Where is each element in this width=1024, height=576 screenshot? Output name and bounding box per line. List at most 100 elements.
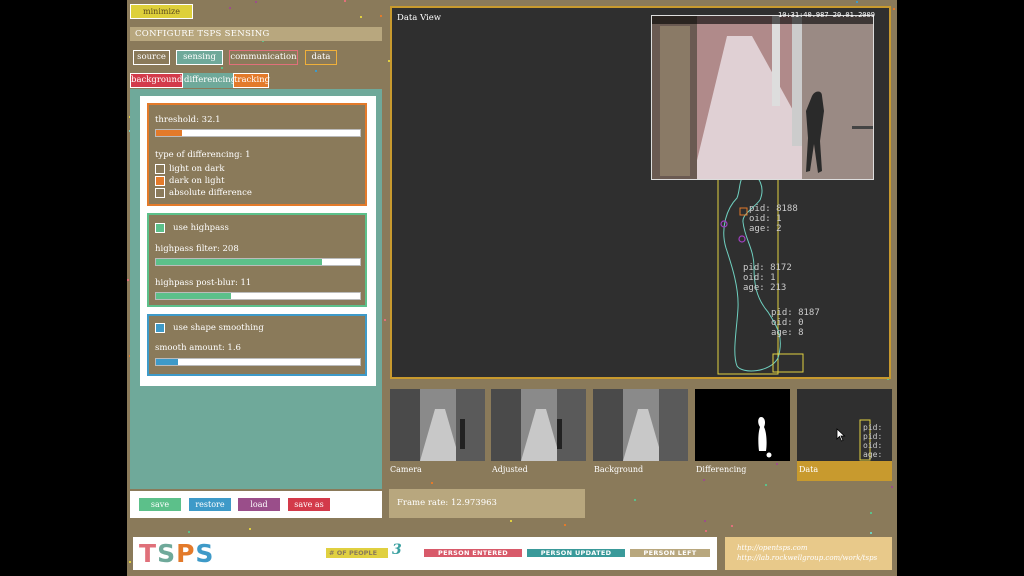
differencing-label: Differencing (696, 465, 747, 474)
confetti-dot (856, 1, 858, 3)
logo-letter: S (195, 539, 215, 568)
highpass-filter-fill (156, 259, 323, 265)
differencing-type-label: type of differencing: 1 (155, 150, 251, 160)
tab-background[interactable]: background (130, 73, 183, 88)
threshold-section: threshold: 32.1 type of differencing: 1 … (147, 103, 367, 206)
confetti-dot (731, 525, 733, 527)
tab-differencing[interactable]: differencing (183, 73, 236, 88)
confetti-dot (360, 16, 362, 18)
confetti-dot (127, 279, 129, 281)
restore-button[interactable]: restore (189, 498, 231, 511)
confetti-dot (384, 319, 386, 321)
footer-links: http://opentsps.com http://lab.rockwellg… (725, 537, 892, 570)
background-thumbnail[interactable] (593, 389, 688, 461)
tab-tracking[interactable]: tracking (233, 73, 270, 88)
highpass-postblur-label: highpass post-blur: 11 (155, 278, 252, 288)
logo-text: TSPS (139, 539, 214, 568)
confetti-dot (129, 561, 131, 563)
highpass-filter-label: highpass filter: 208 (155, 244, 239, 254)
highpass-filter-slider[interactable] (155, 258, 361, 266)
save-button[interactable]: save (139, 498, 181, 511)
people-count: 3 (392, 542, 402, 558)
cursor-icon (836, 428, 846, 442)
highpass-postblur-slider[interactable] (155, 292, 361, 300)
confetti-dot (564, 524, 566, 526)
blob-label: pid: 8172 oid: 1 age: 213 (743, 263, 792, 293)
minimize-button[interactable]: minimize (130, 4, 193, 19)
blob-label: pid: 8187 oid: 0 age: 8 (771, 308, 820, 338)
save-as-button[interactable]: save as (288, 498, 330, 511)
highpass-section: use highpass highpass filter: 208 highpa… (147, 213, 367, 307)
smooth-amount-fill (156, 359, 179, 365)
smooth-amount-label: smooth amount: 1.6 (155, 343, 241, 353)
config-title: CONFIGURE TSPS SENSING (130, 27, 382, 41)
tab-data[interactable]: data (305, 50, 337, 65)
confetti-dot (703, 479, 705, 481)
dark-on-light-label: dark on light (169, 176, 225, 186)
confetti-dot (431, 482, 433, 484)
confetti-dot (249, 528, 251, 530)
confetti-dot (704, 520, 706, 522)
threshold-fill (156, 130, 182, 136)
confetti-dot (870, 532, 872, 534)
opentsps-link[interactable]: http://opentsps.com (737, 543, 892, 553)
logo-letter: T (139, 539, 158, 568)
smoothing-section: use shape smoothing smooth amount: 1.6 (147, 314, 367, 376)
smooth-amount-slider[interactable] (155, 358, 361, 366)
camera-timestamp: 10:31:40.987 20.01.2009 (778, 11, 875, 19)
use-smoothing-label: use shape smoothing (173, 323, 264, 333)
letterbox-right (897, 0, 1024, 576)
legend-person-left: PERSON LEFT (630, 549, 710, 557)
confetti-dot (255, 1, 257, 3)
threshold-slider[interactable] (155, 129, 361, 137)
camera-preview (651, 15, 874, 180)
footer-bar: TSPS # OF PEOPLE 3 PERSON ENTERED PERSON… (133, 537, 717, 570)
logo-letter: S (157, 539, 177, 568)
absolute-difference-checkbox[interactable] (155, 188, 165, 198)
tab-source[interactable]: source (133, 50, 170, 65)
use-highpass-label: use highpass (173, 223, 229, 233)
confetti-dot (510, 520, 512, 522)
camera-label: Camera (390, 465, 422, 474)
use-smoothing-checkbox[interactable] (155, 323, 165, 333)
frame-rate: Frame rate: 12.973963 (389, 489, 585, 518)
camera-thumbnail[interactable] (390, 389, 485, 461)
load-button[interactable]: load (238, 498, 280, 511)
settings-container: threshold: 32.1 type of differencing: 1 … (140, 96, 376, 386)
data-thumbnail[interactable]: pid: pid: oid: age: age: (797, 389, 892, 461)
confetti-dot (776, 463, 778, 465)
data-label: Data (799, 465, 819, 474)
use-highpass-checkbox[interactable] (155, 223, 165, 233)
light-on-dark-label: light on dark (169, 164, 225, 174)
absolute-difference-label: absolute difference (169, 188, 252, 198)
confetti-dot (891, 486, 893, 488)
confetti-dot (870, 512, 872, 514)
confetti-dot (705, 530, 707, 532)
legend-person-updated: PERSON UPDATED (527, 549, 625, 557)
legend-person-entered: PERSON ENTERED (424, 549, 522, 557)
confetti-dot (765, 484, 767, 486)
highpass-postblur-fill (156, 293, 232, 299)
differencing-panel: threshold: 32.1 type of differencing: 1 … (130, 89, 382, 489)
confetti-dot (188, 531, 190, 533)
tsps-logo: TSPS (139, 540, 214, 567)
logo-letter: P (176, 539, 196, 568)
dark-on-light-checkbox[interactable] (155, 176, 165, 186)
adjusted-thumbnail[interactable] (491, 389, 586, 461)
tab-communication[interactable]: communication (229, 50, 298, 65)
people-count-label: # OF PEOPLE (326, 548, 388, 558)
differencing-thumbnail[interactable] (695, 389, 790, 461)
light-on-dark-checkbox[interactable] (155, 164, 165, 174)
confetti-dot (634, 499, 636, 501)
confetti-dot (315, 70, 317, 72)
blob-label: pid: 8188 oid: 1 age: 2 (749, 204, 798, 234)
confetti-dot (344, 0, 346, 2)
mini-blob-labels: pid: pid: oid: age: age: (863, 423, 883, 461)
rockwell-link[interactable]: http://lab.rockwellgroup.com/work/tsps (737, 553, 892, 563)
confetti-dot (380, 15, 382, 17)
action-bar: save restore load save as (130, 491, 382, 518)
confetti-dot (893, 8, 895, 10)
tab-sensing[interactable]: sensing (176, 50, 223, 65)
adjusted-label: Adjusted (492, 465, 528, 474)
background-label: Background (594, 465, 644, 474)
